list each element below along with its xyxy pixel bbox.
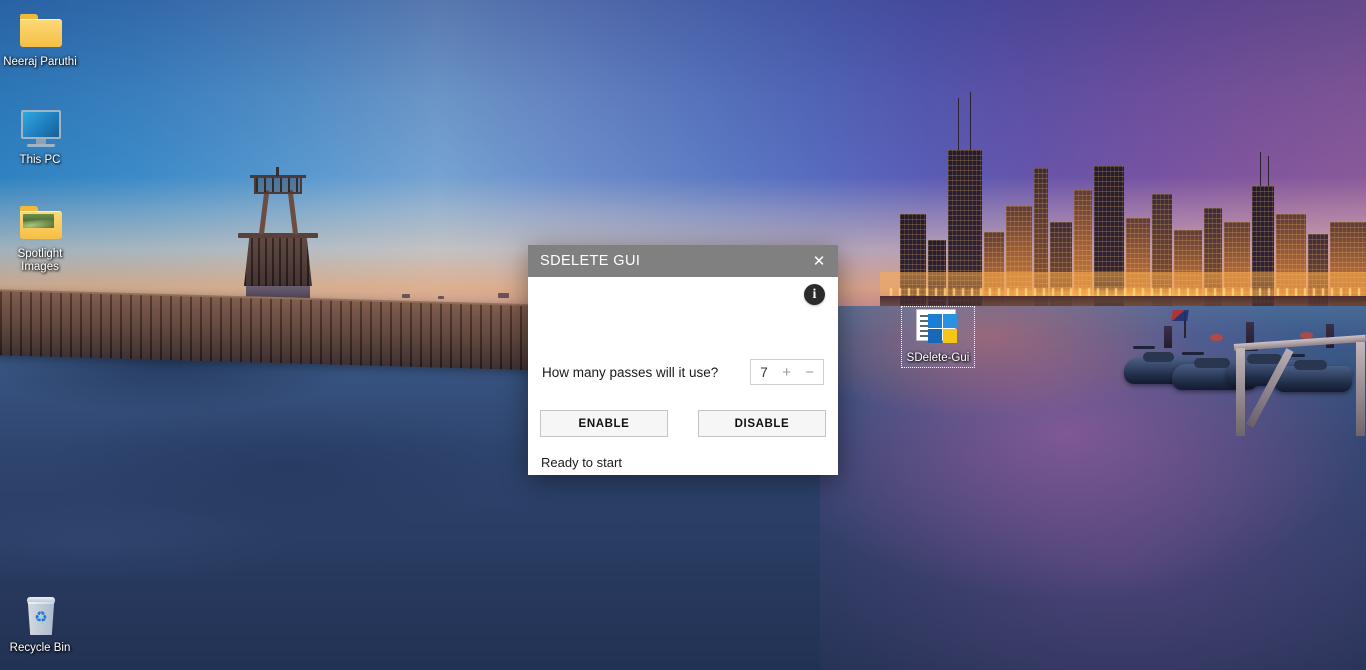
- desktop-icon-label: Spotlight Images: [17, 248, 63, 273]
- desktop-icon-label: SDelete-Gui: [906, 352, 970, 364]
- desktop[interactable]: Neeraj Paruthi This PC Spotlight Images …: [0, 0, 1366, 670]
- shoreline-lights: [890, 288, 1366, 296]
- window-title: SDELETE GUI: [540, 253, 641, 269]
- sidebar-item-sdelete-gui[interactable]: SDelete-Gui: [901, 306, 975, 368]
- sidebar-item-neeraj-paruthi[interactable]: Neeraj Paruthi: [2, 8, 78, 69]
- increment-button[interactable]: +: [779, 365, 794, 380]
- horizon-speck: [402, 294, 410, 298]
- sidebar-item-spotlight-images[interactable]: Spotlight Images: [2, 200, 78, 274]
- folder-icon: [16, 8, 64, 54]
- disable-button[interactable]: DISABLE: [698, 410, 826, 437]
- action-button-row: ENABLE DISABLE: [540, 410, 826, 437]
- lighthouse-tower: [232, 167, 324, 306]
- sidebar-item-recycle-bin[interactable]: ♻ Recycle Bin: [2, 594, 78, 655]
- recycle-bin-icon: ♻: [16, 594, 64, 640]
- passes-stepper[interactable]: 7 + −: [750, 359, 824, 385]
- window-titlebar[interactable]: SDELETE GUI ✕: [528, 245, 838, 277]
- computer-icon: [16, 106, 64, 152]
- desktop-icon-label: Recycle Bin: [9, 642, 71, 654]
- status-text: Ready to start: [541, 455, 622, 470]
- enable-button[interactable]: ENABLE: [540, 410, 668, 437]
- application-icon: [909, 306, 967, 348]
- desktop-icon-label: This PC: [19, 154, 61, 166]
- passes-value[interactable]: 7: [757, 365, 771, 380]
- horizon-speck: [498, 293, 509, 298]
- sidebar-item-this-pc[interactable]: This PC: [2, 106, 78, 167]
- desktop-icon-label: Neeraj Paruthi: [3, 56, 77, 68]
- horizon-speck: [438, 296, 444, 299]
- decrement-button[interactable]: −: [802, 365, 817, 380]
- jetski-dock: [1124, 310, 1366, 440]
- passes-label: How many passes will it use?: [542, 364, 719, 380]
- close-icon[interactable]: ✕: [800, 245, 838, 277]
- passes-row: How many passes will it use? 7 + −: [542, 359, 824, 385]
- picture-folder-icon: [16, 200, 64, 246]
- dock-railing: [1233, 334, 1366, 436]
- sdelete-gui-window[interactable]: SDELETE GUI ✕ i How many passes will it …: [528, 245, 838, 475]
- info-icon[interactable]: i: [804, 284, 825, 305]
- window-body: i How many passes will it use? 7 + − ENA…: [528, 277, 838, 475]
